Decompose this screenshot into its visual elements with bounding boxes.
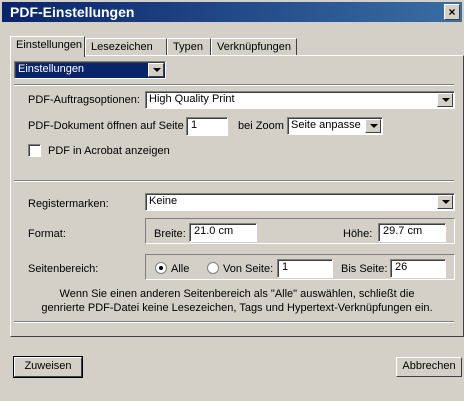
tab-label: Verknüpfungen (217, 41, 292, 53)
format-label: Format: (28, 228, 66, 240)
info-line-1: Wenn Sie einen anderen Seitenbereich als… (59, 288, 415, 300)
window-title: PDF-Einstellungen (10, 4, 135, 20)
title-bar: PDF-Einstellungen × (2, 2, 462, 22)
divider (14, 321, 454, 323)
zoom-value: Seite anpasse (291, 119, 361, 131)
divider (14, 180, 454, 182)
tab-label: Typen (173, 41, 203, 53)
width-input[interactable]: 21.0 cm (189, 223, 257, 242)
tab-typen[interactable]: Typen (167, 38, 211, 56)
to-page-input[interactable]: 26 (390, 259, 446, 278)
radio-all-label: Alle (171, 263, 190, 275)
to-page-label: Bis Seite: (341, 263, 388, 275)
zoom-label: bei Zoom (238, 120, 284, 132)
registration-value: Keine (149, 195, 178, 207)
radio-all[interactable] (155, 262, 167, 274)
section-dropdown[interactable]: Einstellungen (14, 61, 166, 79)
pdf-settings-dialog: PDF-Einstellungen × Einstellungen Leseze… (0, 0, 464, 401)
tab-verknuepfungen[interactable]: Verknüpfungen (211, 38, 297, 56)
tab-einstellungen[interactable]: Einstellungen (10, 36, 85, 57)
job-options-dropdown[interactable]: High Quality Print (145, 91, 455, 109)
open-page-input[interactable]: 1 (186, 117, 228, 136)
job-options-label: PDF-Auftragsoptionen: (28, 94, 140, 106)
tab-label: Einstellungen (16, 39, 83, 51)
job-options-value: High Quality Print (149, 93, 235, 105)
chevron-down-icon[interactable] (437, 93, 453, 107)
acrobat-checkbox[interactable] (28, 144, 41, 157)
from-page-label: Von Seite: (223, 263, 274, 275)
height-input[interactable]: 29.7 cm (378, 223, 446, 242)
page-range-label: Seitenbereich: (28, 263, 99, 275)
radio-from-page[interactable] (207, 262, 219, 274)
zoom-dropdown[interactable]: Seite anpasse (287, 117, 383, 135)
height-label: Höhe: (343, 228, 373, 240)
acrobat-label: PDF in Acrobat anzeigen (48, 145, 170, 157)
registration-dropdown[interactable]: Keine (145, 193, 455, 211)
registration-label: Registermarken: (28, 198, 109, 210)
cancel-button[interactable]: Abbrechen (396, 357, 462, 377)
info-line-2: genrierte PDF-Datei keine Lesezeichen, T… (41, 302, 433, 314)
tab-lesezeichen[interactable]: Lesezeichen (85, 38, 167, 56)
chevron-down-icon[interactable] (365, 119, 381, 133)
from-page-input[interactable]: 1 (277, 259, 333, 278)
open-page-label: PDF-Dokument öffnen auf Seite (28, 120, 184, 132)
chevron-down-icon[interactable] (437, 195, 453, 209)
width-label: Breite: (154, 228, 186, 240)
close-button[interactable]: × (444, 4, 460, 20)
tab-label: Lesezeichen (91, 41, 153, 53)
divider (14, 84, 454, 86)
section-dropdown-value: Einstellungen (18, 63, 85, 75)
chevron-down-icon[interactable] (148, 63, 164, 77)
apply-button[interactable]: Zuweisen (13, 356, 83, 378)
